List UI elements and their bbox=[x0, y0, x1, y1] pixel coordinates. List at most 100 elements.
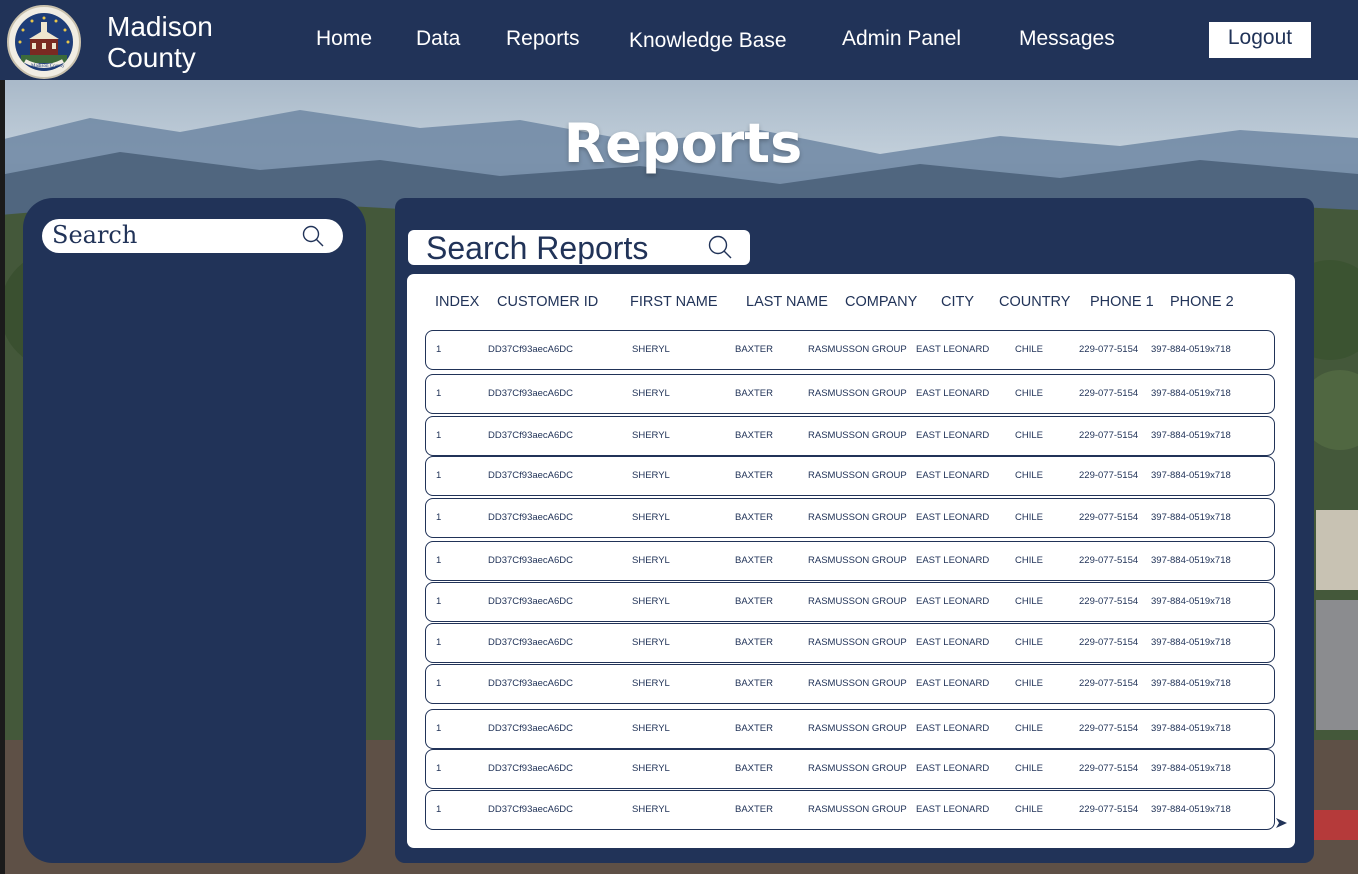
column-header-company[interactable]: COMPANY bbox=[845, 294, 917, 310]
nav-reports[interactable]: Reports bbox=[506, 27, 580, 51]
seal-emblem bbox=[15, 13, 73, 71]
cell-last-name: BAXTER bbox=[735, 388, 774, 399]
column-header-country[interactable]: COUNTRY bbox=[999, 294, 1070, 310]
cell-country: CHILE bbox=[1015, 637, 1043, 648]
table-row[interactable]: 1 DD37Cf93aecA6DC SHERYL BAXTER RASMUSSON GR… bbox=[425, 374, 1275, 414]
cell-customer-id: DD37Cf93aecA6DC bbox=[488, 512, 574, 523]
county-seal-icon[interactable]: Madison County bbox=[7, 5, 81, 79]
table-row[interactable]: 1 DD37Cf93aecA6DC SHERYL BAXTER RASMUSSON GR… bbox=[425, 541, 1275, 581]
cell-last-name: BAXTER bbox=[735, 512, 774, 523]
column-header-city[interactable]: CITY bbox=[941, 294, 974, 310]
cell-country: CHILE bbox=[1015, 723, 1043, 734]
cell-first-name: SHERYL bbox=[632, 804, 670, 815]
table-row[interactable]: 1 DD37Cf93aecA6DC SHERYL BAXTER RASMUSSON GR… bbox=[425, 749, 1275, 789]
table-row[interactable]: 1 DD37Cf93aecA6DC SHERYL BAXTER RASMUSSON GR… bbox=[425, 498, 1275, 538]
cell-index: 1 bbox=[436, 763, 442, 774]
column-header-index[interactable]: INDEX bbox=[435, 294, 479, 310]
cell-phone-2: 397-884-0519x718 bbox=[1151, 596, 1231, 607]
cell-phone-2: 397-884-0519x718 bbox=[1151, 678, 1231, 689]
cell-company: RASMUSSON GROUP bbox=[808, 512, 907, 523]
logout-button[interactable]: Logout bbox=[1209, 22, 1311, 58]
cell-phone-2: 397-884-0519x718 bbox=[1151, 555, 1231, 566]
cell-phone-1: 229-077-5154 bbox=[1079, 512, 1139, 523]
nav-data[interactable]: Data bbox=[416, 27, 460, 51]
cell-city: EAST LEONARD bbox=[916, 555, 990, 566]
search-icon[interactable] bbox=[301, 224, 325, 248]
cell-index: 1 bbox=[436, 512, 442, 523]
sidebar-search-input[interactable] bbox=[52, 222, 292, 248]
cell-phone-2: 397-884-0519x718 bbox=[1151, 637, 1231, 648]
nav-admin-panel[interactable]: Admin Panel bbox=[842, 27, 961, 51]
cell-city: EAST LEONARD bbox=[916, 804, 990, 815]
cell-company: RASMUSSON GROUP bbox=[808, 430, 907, 441]
cell-phone-2: 397-884-0519x718 bbox=[1151, 430, 1231, 441]
table-row[interactable]: 1 DD37Cf93aecA6DC SHERYL BAXTER RASMUSSON GR… bbox=[425, 790, 1275, 830]
cell-phone-1: 229-077-5154 bbox=[1079, 763, 1139, 774]
cell-country: CHILE bbox=[1015, 388, 1043, 399]
cell-city: EAST LEONARD bbox=[916, 678, 990, 689]
cell-first-name: SHERYL bbox=[632, 596, 670, 607]
cell-last-name: BAXTER bbox=[735, 723, 774, 734]
cell-first-name: SHERYL bbox=[632, 470, 670, 481]
cell-city: EAST LEONARD bbox=[916, 512, 990, 523]
cell-phone-2: 397-884-0519x718 bbox=[1151, 763, 1231, 774]
table-row[interactable]: 1 DD37Cf93aecA6DC SHERYL BAXTER RASMUSSON GR… bbox=[425, 330, 1275, 370]
cell-index: 1 bbox=[436, 430, 442, 441]
reports-table: INDEX CUSTOMER ID FIRST NAME LAST NAME C… bbox=[407, 274, 1295, 848]
cell-country: CHILE bbox=[1015, 344, 1043, 355]
cell-last-name: BAXTER bbox=[735, 678, 774, 689]
cell-phone-2: 397-884-0519x718 bbox=[1151, 470, 1231, 481]
cell-index: 1 bbox=[436, 678, 442, 689]
column-header-phone-2[interactable]: PHONE 2 bbox=[1170, 294, 1234, 310]
cell-phone-1: 229-077-5154 bbox=[1079, 637, 1139, 648]
nav-home[interactable]: Home bbox=[316, 27, 372, 51]
cell-customer-id: DD37Cf93aecA6DC bbox=[488, 763, 574, 774]
cell-customer-id: DD37Cf93aecA6DC bbox=[488, 555, 574, 566]
county-name: Madison County bbox=[107, 11, 213, 73]
column-header-last-name[interactable]: LAST NAME bbox=[746, 294, 828, 310]
table-row[interactable]: 1 DD37Cf93aecA6DC SHERYL BAXTER RASMUSSON GR… bbox=[425, 456, 1275, 496]
cell-country: CHILE bbox=[1015, 470, 1043, 481]
cell-phone-1: 229-077-5154 bbox=[1079, 723, 1139, 734]
table-row[interactable]: 1 DD37Cf93aecA6DC SHERYL BAXTER RASMUSSON GR… bbox=[425, 582, 1275, 622]
table-row[interactable]: 1 DD37Cf93aecA6DC SHERYL BAXTER RASMUSSON GR… bbox=[425, 623, 1275, 663]
cell-index: 1 bbox=[436, 388, 442, 399]
reports-search-input[interactable] bbox=[426, 232, 696, 264]
cell-last-name: BAXTER bbox=[735, 804, 774, 815]
cell-phone-2: 397-884-0519x718 bbox=[1151, 512, 1231, 523]
table-row[interactable]: 1 DD37Cf93aecA6DC SHERYL BAXTER RASMUSSON GR… bbox=[425, 664, 1275, 704]
column-header-first-name[interactable]: FIRST NAME bbox=[630, 294, 718, 310]
cell-company: RASMUSSON GROUP bbox=[808, 470, 907, 481]
cell-index: 1 bbox=[436, 723, 442, 734]
cell-index: 1 bbox=[436, 344, 442, 355]
cell-customer-id: DD37Cf93aecA6DC bbox=[488, 388, 574, 399]
cell-customer-id: DD37Cf93aecA6DC bbox=[488, 678, 574, 689]
cell-company: RASMUSSON GROUP bbox=[808, 723, 907, 734]
nav-messages[interactable]: Messages bbox=[1019, 27, 1115, 51]
table-row[interactable]: 1 DD37Cf93aecA6DC SHERYL BAXTER RASMUSSON GR… bbox=[425, 416, 1275, 456]
cell-last-name: BAXTER bbox=[735, 344, 774, 355]
cell-index: 1 bbox=[436, 470, 442, 481]
nav-knowledge-base[interactable]: Knowledge Base bbox=[629, 29, 787, 53]
cell-city: EAST LEONARD bbox=[916, 763, 990, 774]
next-page-icon[interactable] bbox=[1274, 816, 1288, 830]
cell-country: CHILE bbox=[1015, 804, 1043, 815]
cell-phone-1: 229-077-5154 bbox=[1079, 804, 1139, 815]
column-header-phone-1[interactable]: PHONE 1 bbox=[1090, 294, 1154, 310]
cell-phone-1: 229-077-5154 bbox=[1079, 430, 1139, 441]
search-icon[interactable] bbox=[707, 234, 733, 260]
cell-city: EAST LEONARD bbox=[916, 344, 990, 355]
cell-customer-id: DD37Cf93aecA6DC bbox=[488, 596, 574, 607]
cell-city: EAST LEONARD bbox=[916, 723, 990, 734]
cell-last-name: BAXTER bbox=[735, 555, 774, 566]
cell-customer-id: DD37Cf93aecA6DC bbox=[488, 470, 574, 481]
cell-phone-1: 229-077-5154 bbox=[1079, 388, 1139, 399]
cell-country: CHILE bbox=[1015, 512, 1043, 523]
cell-first-name: SHERYL bbox=[632, 763, 670, 774]
table-row[interactable]: 1 DD37Cf93aecA6DC SHERYL BAXTER RASMUSSON GR… bbox=[425, 709, 1275, 749]
cell-phone-1: 229-077-5154 bbox=[1079, 344, 1139, 355]
cell-country: CHILE bbox=[1015, 596, 1043, 607]
cell-first-name: SHERYL bbox=[632, 344, 670, 355]
sidebar-panel bbox=[23, 198, 366, 863]
column-header-customer-id[interactable]: CUSTOMER ID bbox=[497, 294, 598, 310]
